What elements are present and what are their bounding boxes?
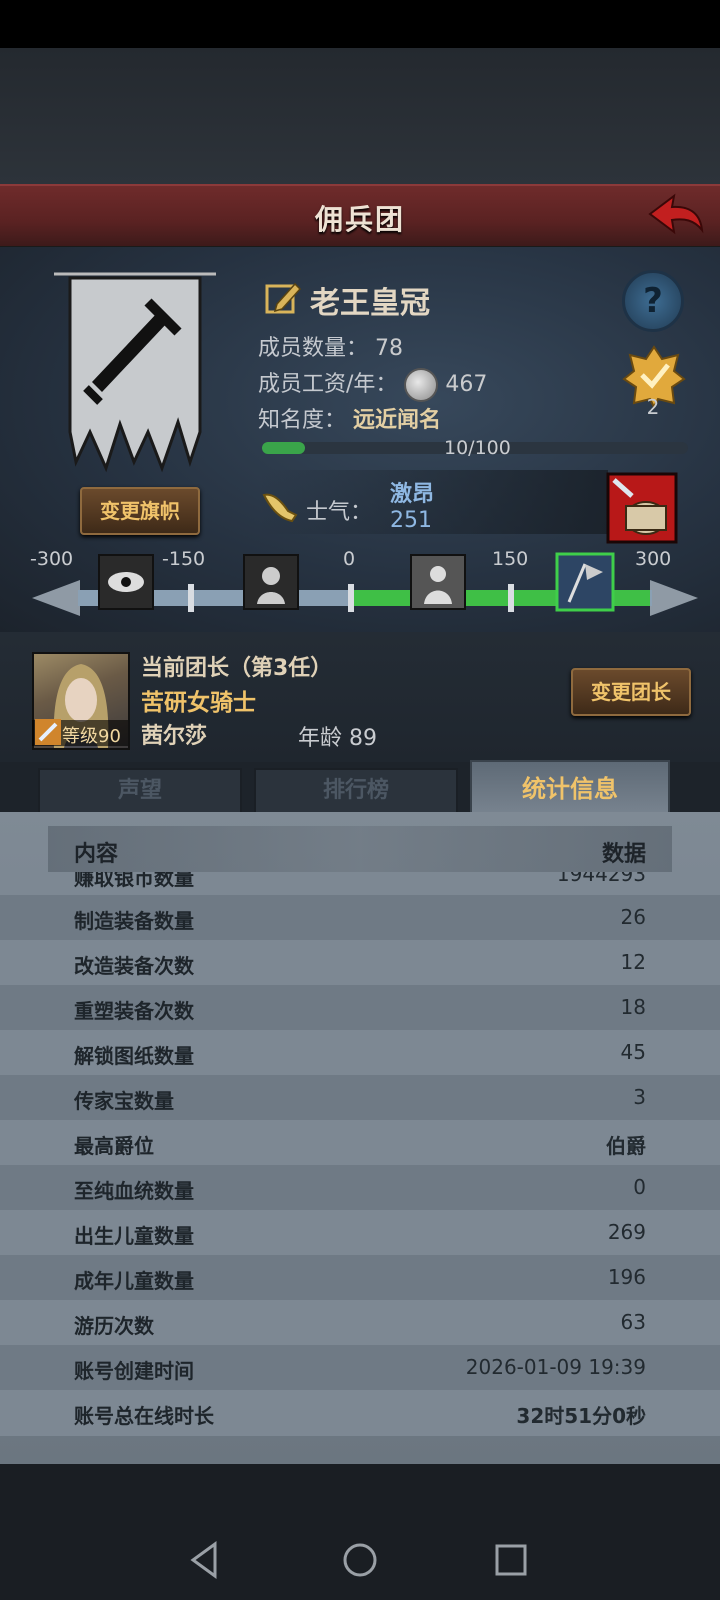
row-label: 赚取银币数量 [74, 872, 194, 890]
row-value: 3 [633, 1085, 646, 1109]
table-row: 传家宝数量 3 [0, 1075, 720, 1121]
leader-title: 当前团长（第3任） [141, 656, 333, 681]
page-title: 佣兵团 [314, 203, 405, 236]
table-row: 最高爵位 伯爵 [0, 1120, 720, 1166]
barrel-icon[interactable] [606, 472, 678, 544]
fame-row: 知名度： 远近闻名 [258, 402, 441, 434]
fame-progress-text: 10/100 [444, 437, 511, 459]
row-label: 游历次数 [74, 1314, 154, 1338]
morale-label: 士气： [306, 500, 373, 525]
table-row: 游历次数 63 [0, 1300, 720, 1346]
tab-bar: 声望 排行榜 统计信息 [30, 760, 690, 820]
table-row: 账号总在线时长 32时51分0秒 [0, 1390, 720, 1436]
tab-reputation[interactable]: 声望 [38, 768, 242, 814]
table-row: 制造装备数量 26 [0, 895, 720, 941]
medal-count: 2 [646, 395, 660, 419]
scale-label-zero: 0 [343, 548, 356, 570]
row-value: 26 [620, 905, 646, 929]
row-value: 32时51分0秒 [516, 1404, 646, 1428]
banner-flag-icon [555, 552, 615, 612]
stats-header-content: 内容 [74, 842, 119, 867]
row-value: 0 [633, 1175, 646, 1199]
table-row: 出生儿童数量 269 [0, 1210, 720, 1256]
silver-coin-icon [404, 368, 439, 402]
row-label: 解锁图纸数量 [74, 1044, 194, 1068]
scale-label-low: -150 [162, 548, 206, 570]
top-background [0, 48, 720, 184]
table-row: 改造装备次数 12 [0, 940, 720, 986]
despair-icon [243, 554, 299, 610]
leader-name: 茜尔莎 [141, 724, 208, 749]
leader-level-badge: 等级90 [32, 719, 128, 747]
table-row: 账号创建时间 2026-01-09 19:39 [0, 1345, 720, 1391]
row-value: 269 [607, 1220, 646, 1244]
members-value: 78 [375, 336, 404, 361]
row-label: 改造装备次数 [74, 954, 194, 978]
back-icon[interactable] [183, 1538, 227, 1582]
row-label: 至纯血统数量 [74, 1179, 194, 1203]
fame-value: 远近闻名 [353, 408, 442, 433]
wage-label: 成员工资/年： [258, 372, 398, 397]
edit-icon[interactable] [265, 278, 303, 316]
row-value: 196 [607, 1265, 646, 1289]
leader-level: 等级90 [62, 726, 121, 747]
row-label: 账号总在线时长 [74, 1404, 214, 1428]
table-row: 重塑装备次数 18 [0, 985, 720, 1031]
row-label: 传家宝数量 [74, 1089, 174, 1113]
leader-class: 苦研女骑士 [141, 690, 256, 716]
help-icon[interactable]: ? [622, 270, 684, 332]
row-value: 2026-01-09 19:39 [465, 1355, 646, 1379]
row-label: 成年儿童数量 [74, 1269, 194, 1293]
stats-header-data: 数据 [601, 842, 646, 867]
row-value: 18 [620, 995, 646, 1019]
change-banner-button[interactable]: 变更旗帜 [80, 487, 200, 535]
horn-icon [262, 493, 298, 523]
row-value: 45 [620, 1040, 646, 1064]
row-value: 伯爵 [606, 1134, 646, 1158]
group-name: 老王皇冠 [310, 286, 430, 321]
leader-age: 年龄 89 [298, 726, 377, 751]
eye-icon [98, 554, 154, 610]
back-arrow-icon[interactable] [644, 190, 706, 242]
wage-row: 成员工资/年： 467 [258, 366, 487, 402]
morale-value: 251 [390, 508, 432, 533]
morale-scale: -300 -150 0 150 300 [30, 548, 700, 628]
stats-header [48, 826, 672, 872]
fame-progress-fill [262, 442, 305, 454]
home-icon[interactable] [338, 1538, 382, 1582]
row-label: 出生儿童数量 [74, 1224, 194, 1248]
title-bar: 佣兵团 [0, 184, 720, 249]
sword-icon[interactable] [50, 272, 220, 482]
change-leader-button[interactable]: 变更团长 [571, 668, 691, 716]
status-bar [0, 0, 720, 48]
table-row: 至纯血统数量 0 [0, 1165, 720, 1211]
row-value: 12 [620, 950, 646, 974]
skill-sword-icon [35, 719, 61, 745]
calm-icon [410, 554, 466, 610]
row-value: 1944293 [556, 872, 646, 886]
scale-label-high: 150 [492, 548, 529, 570]
fame-label: 知名度： [258, 408, 347, 433]
row-label: 账号创建时间 [74, 1359, 194, 1383]
row-label: 最高爵位 [74, 1134, 154, 1158]
morale-state: 激昂 [390, 482, 435, 507]
table-row: 解锁图纸数量 45 [0, 1030, 720, 1076]
members-row: 成员数量： 78 [258, 330, 403, 362]
scale-label-min: -300 [30, 548, 74, 570]
tab-statistics[interactable]: 统计信息 [470, 760, 670, 820]
stats-list[interactable]: 赚取银币数量 1944293 制造装备数量 26 改造装备次数 12 重塑装备次… [0, 872, 720, 1464]
row-label: 重塑装备次数 [74, 999, 194, 1023]
wage-value: 467 [445, 372, 488, 397]
recents-icon[interactable] [489, 1538, 533, 1582]
tab-ranking[interactable]: 排行榜 [254, 768, 458, 814]
row-value: 63 [620, 1310, 646, 1334]
members-label: 成员数量： [258, 336, 369, 361]
scale-label-max: 300 [635, 548, 672, 570]
table-row: 成年儿童数量 196 [0, 1255, 720, 1301]
row-label: 制造装备数量 [74, 909, 194, 933]
